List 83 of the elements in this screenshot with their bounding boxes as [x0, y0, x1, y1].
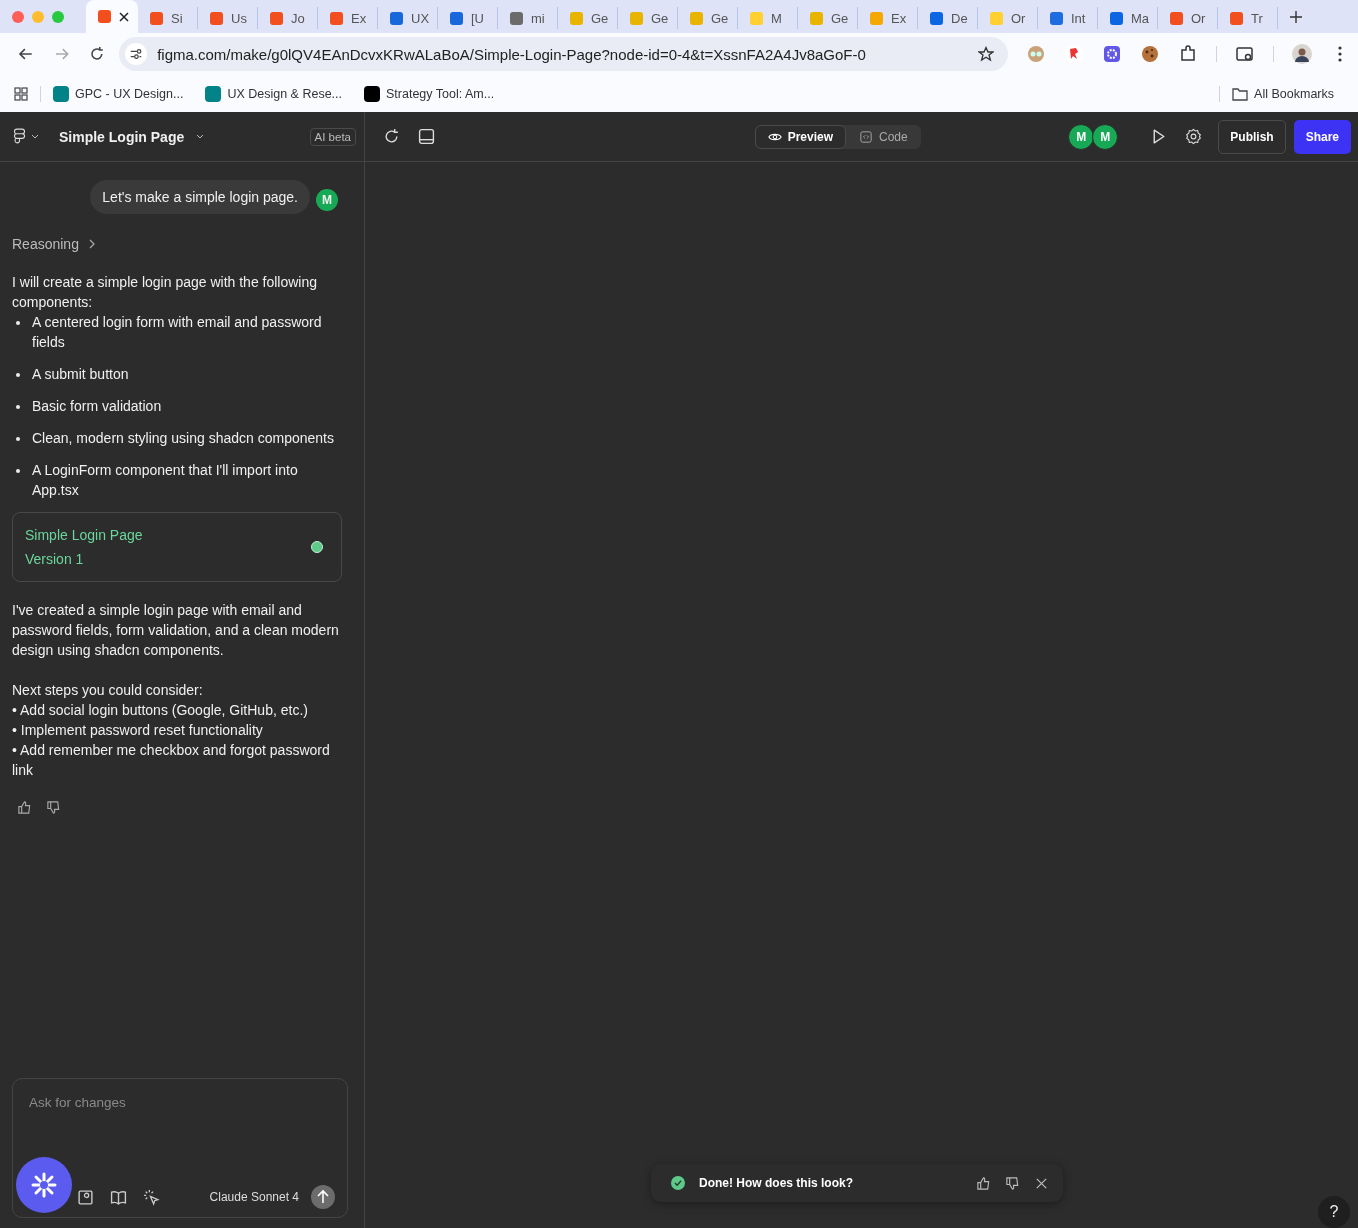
browser-tab[interactable]: Tr	[1218, 7, 1278, 29]
assistant-message: I've created a simple login page with email and password fields, form validation, and a clean modern design using shadcn components.	[12, 601, 340, 660]
send-button[interactable]	[311, 1185, 335, 1209]
share-button[interactable]: Share	[1293, 119, 1351, 154]
thumbs-up-icon[interactable]	[17, 800, 32, 815]
toast-message: Done! How does this look?	[699, 1176, 853, 1190]
folder-icon	[1232, 86, 1249, 101]
browser-tab[interactable]: Ex	[858, 7, 918, 29]
tab-search-icon[interactable]	[1235, 44, 1255, 64]
status-dot-icon	[311, 541, 323, 553]
back-icon[interactable]	[18, 46, 34, 62]
bullet-item: A submit button	[32, 365, 129, 384]
browser-tab[interactable]: M	[738, 7, 798, 29]
bullet-item: Clean, modern styling using shadcn components	[32, 429, 334, 448]
browser-tab[interactable]: Int	[1038, 7, 1098, 29]
chat-input[interactable]: Ask for changes Claude Sonnet 4	[12, 1078, 348, 1218]
project-title[interactable]: Simple Login Page	[59, 128, 185, 145]
bookmark-link[interactable]: Strategy Tool: Am...	[364, 85, 495, 102]
next-step-item: • Add remember me checkbox and forgot password link	[12, 741, 331, 780]
browser-tab[interactable]: De	[918, 7, 978, 29]
model-selector[interactable]: Claude Sonnet 4	[209, 1190, 299, 1204]
bullet-item: Basic form validation	[32, 397, 162, 416]
help-button[interactable]: ?	[1318, 1196, 1350, 1228]
user-message: Let's make a simple login page.	[90, 180, 310, 214]
thumbs-down-icon[interactable]	[1005, 1175, 1020, 1191]
version-label: Version 1	[25, 550, 85, 569]
chevron-down-icon[interactable]	[31, 134, 39, 139]
thumbs-down-icon[interactable]	[46, 800, 61, 815]
code-icon	[859, 130, 873, 143]
close-tab-icon[interactable]	[119, 11, 129, 22]
cursor-sparkle-icon[interactable]	[143, 1188, 160, 1206]
version-card[interactable]: Simple Login Page Version 1	[12, 512, 342, 582]
browser-tab[interactable]: mi	[498, 7, 558, 29]
bookmark-link[interactable]: GPC - UX Design...	[53, 85, 184, 102]
browser-tab[interactable]: Jo	[258, 7, 318, 29]
assistant-message: I will create a simple login page with the following components:	[12, 273, 319, 312]
all-bookmarks-button[interactable]: All Bookmarks	[1232, 86, 1334, 101]
book-icon[interactable]	[110, 1188, 127, 1206]
panel-layout-icon[interactable]	[418, 128, 435, 145]
bullet-item: A LoginForm component that I'll import into App.tsx	[32, 461, 299, 500]
reasoning-toggle[interactable]: Reasoning	[12, 234, 95, 254]
ai-beta-badge: AI beta	[309, 127, 356, 146]
browser-tab[interactable]: Ex	[318, 7, 378, 29]
chevron-down-icon[interactable]	[196, 134, 205, 139]
refresh-icon[interactable]	[383, 128, 400, 145]
view-tab[interactable]: Code	[846, 124, 921, 149]
site-settings-icon[interactable]	[125, 43, 148, 65]
bookmark-star-icon[interactable]	[978, 46, 994, 62]
browser-tab[interactable]: Or	[1158, 7, 1218, 29]
browser-tab[interactable]: UX	[378, 7, 438, 29]
publish-button[interactable]: Publish	[1218, 119, 1286, 154]
next-step-item: • Implement password reset functionality	[12, 721, 264, 740]
bookmark-link[interactable]: UX Design & Rese...	[205, 85, 342, 102]
profile-avatar-icon[interactable]	[1292, 44, 1312, 64]
new-tab-icon[interactable]	[1290, 11, 1302, 23]
browser-tab[interactable]: Si	[138, 7, 198, 29]
figma-logo-icon[interactable]	[14, 128, 25, 145]
assistant-fab-icon[interactable]	[16, 1157, 72, 1213]
browser-tab[interactable]: Us	[198, 7, 258, 29]
user-avatar: M	[316, 189, 338, 211]
version-title: Simple Login Page	[25, 526, 144, 545]
puzzle-icon[interactable]	[1178, 44, 1198, 64]
browser-tab[interactable]: [U	[438, 7, 498, 29]
browser-tab[interactable]: Ge	[678, 7, 738, 29]
cookie-icon[interactable]	[1140, 44, 1160, 64]
bullet-item: A centered login form with email and password fields	[32, 313, 323, 352]
browser-tab[interactable]: Ma	[1098, 7, 1158, 29]
settings-icon[interactable]	[1185, 128, 1203, 145]
thumbs-up-icon[interactable]	[976, 1175, 991, 1191]
extension-icon[interactable]	[1102, 44, 1122, 64]
browser-tab[interactable]: Ge	[798, 7, 858, 29]
apps-grid-icon[interactable]	[14, 86, 28, 101]
reload-icon[interactable]	[89, 46, 106, 62]
next-step-item: • Add social login buttons (Google, GitHub, etc.)	[12, 701, 309, 720]
view-tab[interactable]: Preview	[754, 124, 846, 149]
address-bar[interactable]: figma.com/make/g0lQV4EAnDcvxKRwALaBoA/Simple-Login-Page?node-id=0-4&t=XssnFA2A4Jv8aGoF-0	[119, 37, 1008, 71]
next-steps-heading: Next steps you could consider:	[12, 681, 204, 700]
image-icon[interactable]	[77, 1188, 94, 1206]
check-circle-icon	[671, 1176, 685, 1190]
browser-tab[interactable]: Or	[978, 7, 1038, 29]
browser-tab[interactable]: Ge	[618, 7, 678, 29]
browser-tab[interactable]: Ge	[558, 7, 618, 29]
chevron-right-icon	[88, 239, 95, 249]
